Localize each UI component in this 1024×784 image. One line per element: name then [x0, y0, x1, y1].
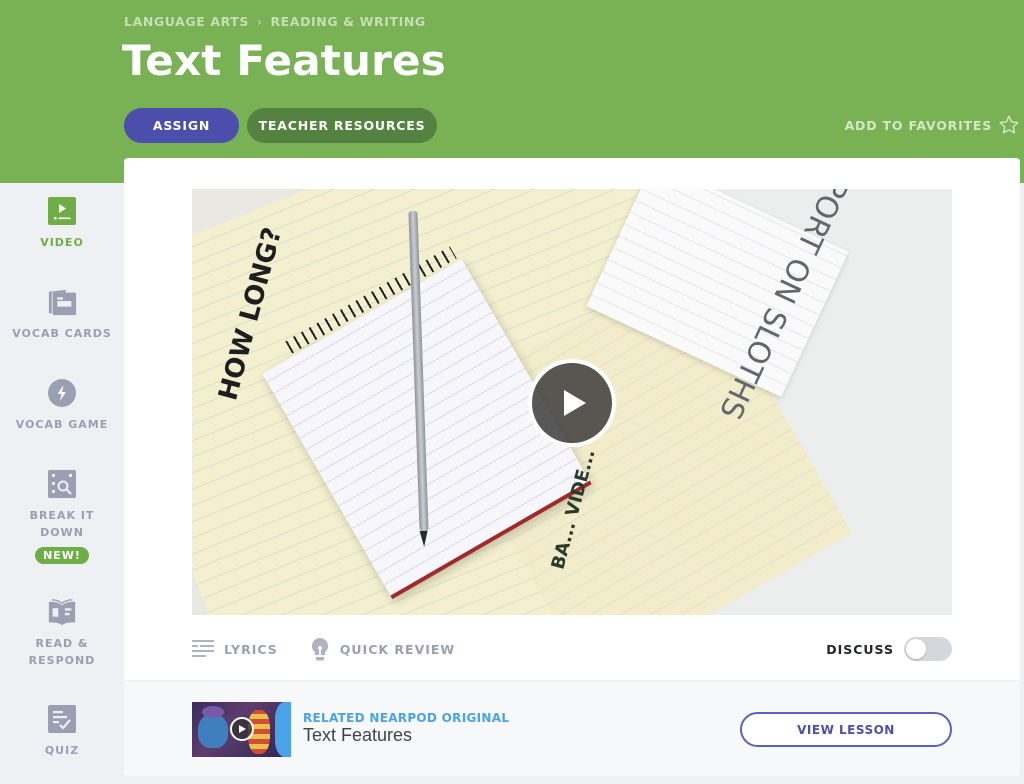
lightning-icon — [47, 378, 77, 408]
toggle-knob — [906, 639, 926, 659]
play-button[interactable] — [528, 359, 616, 447]
teacher-resources-button[interactable]: TEACHER RESOURCES — [247, 108, 437, 143]
star-icon — [999, 115, 1019, 134]
vocab-cards-icon — [47, 287, 77, 317]
favorites-label: ADD TO FAVORITES — [844, 117, 992, 133]
discuss-toggle[interactable] — [904, 637, 952, 661]
thumbnail-puppet — [198, 714, 228, 748]
sidebar: VIDEO VOCAB CARDS VOCAB GAME BREAK IT DO… — [0, 183, 124, 784]
quick-review-button[interactable]: QUICK REVIEW — [310, 637, 455, 661]
breadcrumb-reading-writing[interactable]: READING & WRITING — [270, 14, 425, 29]
video-card: A REPORT ON SLOTHS HOW LONG? BA... VIDE.… — [124, 158, 1020, 776]
book-icon — [47, 597, 77, 627]
lightbulb-icon — [311, 637, 328, 661]
new-badge: NEW! — [35, 547, 89, 564]
video-icon — [47, 196, 77, 226]
sidebar-item-break-it-down[interactable]: BREAK IT DOWN NEW! — [0, 469, 124, 564]
add-to-favorites-button[interactable]: ADD TO FAVORITES — [845, 114, 1020, 136]
sidebar-item-label: VOCAB CARDS — [12, 327, 112, 340]
sidebar-item-label: BREAK IT DOWN — [29, 509, 95, 539]
play-icon — [564, 390, 586, 416]
related-lesson: RELATED NEARPOD ORIGINAL Text Features V… — [124, 680, 1020, 776]
thumbnail-nearpod-band — [275, 702, 291, 757]
discuss-label: DISCUSS — [826, 641, 894, 657]
discuss-control: DISCUSS — [826, 637, 952, 661]
sidebar-item-label: QUIZ — [44, 744, 80, 757]
sidebar-item-video[interactable]: VIDEO — [0, 196, 124, 251]
lyrics-label: LYRICS — [224, 641, 278, 657]
related-title: Text Features — [303, 725, 413, 745]
magnifier-icon — [47, 469, 77, 499]
thumbnail-play-icon — [230, 717, 254, 741]
page-title: Text Features — [122, 36, 446, 85]
quiz-icon — [47, 704, 77, 734]
assign-button[interactable]: ASSIGN — [124, 108, 239, 143]
header-actions: ASSIGN TEACHER RESOURCES — [124, 108, 437, 143]
sidebar-item-label: READ & RESPOND — [28, 637, 96, 667]
breadcrumb: LANGUAGE ARTS › READING & WRITING — [124, 14, 426, 29]
quick-review-label: QUICK REVIEW — [339, 641, 456, 657]
related-kicker: RELATED NEARPOD ORIGINAL — [303, 711, 510, 725]
sidebar-item-quiz[interactable]: QUIZ — [0, 704, 124, 759]
thumbnail-hat — [202, 706, 224, 718]
view-lesson-button[interactable]: VIEW LESSON — [740, 712, 952, 747]
related-lesson-thumbnail[interactable] — [192, 702, 291, 757]
sidebar-item-label: VIDEO — [40, 236, 84, 249]
sidebar-item-vocab-cards[interactable]: VOCAB CARDS — [0, 287, 124, 342]
sidebar-item-vocab-game[interactable]: VOCAB GAME — [0, 378, 124, 433]
video-player[interactable]: A REPORT ON SLOTHS HOW LONG? BA... VIDE.… — [192, 189, 952, 615]
breadcrumb-language-arts[interactable]: LANGUAGE ARTS — [124, 14, 249, 29]
header: LANGUAGE ARTS › READING & WRITING Text F… — [0, 0, 1024, 183]
sidebar-item-label: VOCAB GAME — [15, 418, 109, 431]
lyrics-button[interactable]: LYRICS — [192, 639, 278, 659]
lyrics-icon — [192, 640, 214, 657]
video-toolbar: LYRICS QUICK REVIEW DISCUSS — [192, 634, 952, 664]
breadcrumb-separator: › — [257, 14, 263, 29]
sidebar-item-read-respond[interactable]: READ & RESPOND — [0, 597, 124, 669]
